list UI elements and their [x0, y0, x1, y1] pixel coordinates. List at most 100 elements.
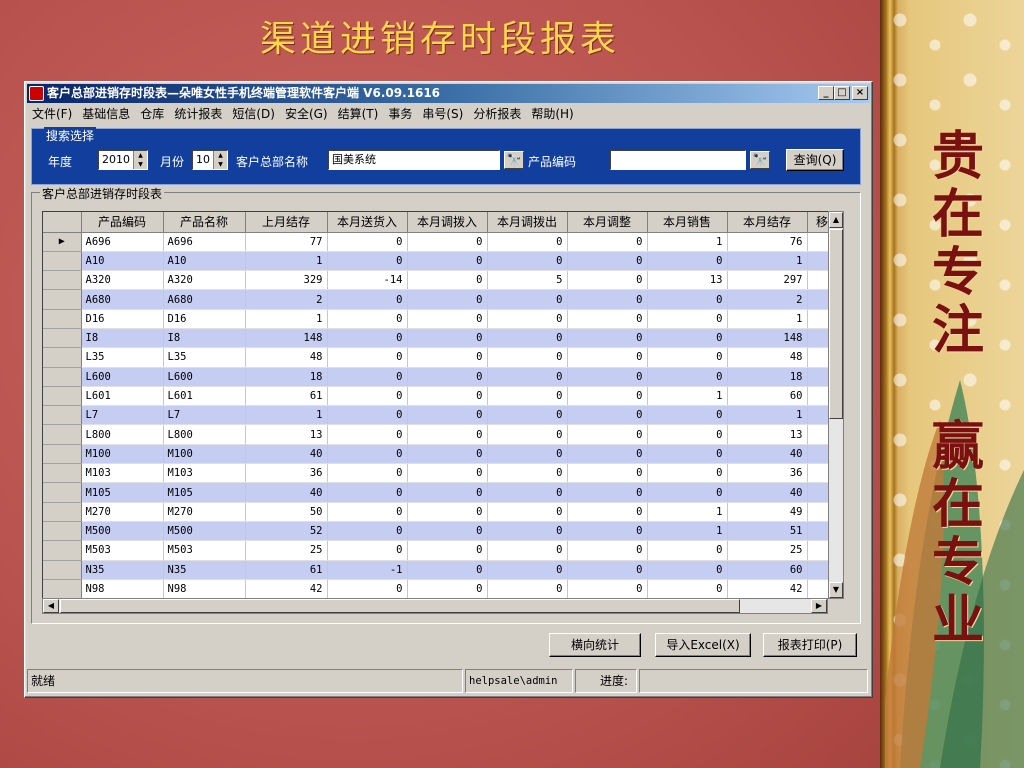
- scroll-left-arrow-icon[interactable]: ◀: [43, 599, 59, 613]
- col-header-delivery-in[interactable]: 本月送货入: [327, 212, 408, 233]
- hq-name-input[interactable]: 国美系统: [328, 150, 500, 170]
- menu-analysis-reports[interactable]: 分析报表: [468, 104, 526, 124]
- col-header-product-name[interactable]: 产品名称: [163, 212, 246, 233]
- col-header-adjustment[interactable]: 本月调整: [567, 212, 648, 233]
- row-indicator[interactable]: [43, 579, 82, 598]
- year-spin-arrows-icon[interactable]: ▲ ▼: [133, 151, 147, 169]
- row-indicator[interactable]: [43, 482, 82, 503]
- col-header-month-stock[interactable]: 本月结存: [727, 212, 808, 233]
- table-cell: 0: [567, 232, 648, 252]
- scroll-down-arrow-icon[interactable]: ▼: [829, 582, 843, 598]
- product-search-binoculars-icon[interactable]: 🔭: [750, 151, 770, 169]
- table-cell: 36: [727, 463, 808, 484]
- table-row[interactable]: I8 I8 148 0 0 0 0 0 148: [43, 328, 838, 349]
- report-grid[interactable]: 产品编码 产品名称 上月结存 本月送货入 本月调拨入 本月调拨出 本月调整 本月…: [42, 211, 842, 599]
- col-header-transfer-in[interactable]: 本月调拨入: [407, 212, 488, 233]
- table-cell: -1: [327, 560, 408, 580]
- table-cell: 48: [727, 347, 808, 368]
- row-indicator[interactable]: [43, 328, 82, 349]
- table-cell: A10: [81, 251, 164, 272]
- row-indicator[interactable]: [43, 444, 82, 465]
- menu-affairs[interactable]: 事务: [383, 104, 417, 124]
- table-row[interactable]: D16 D16 1 0 0 0 0 0 1: [43, 309, 838, 329]
- table-cell: 0: [647, 347, 728, 368]
- table-cell: 5: [487, 270, 568, 291]
- table-row[interactable]: L7 L7 1 0 0 0 0 0 1: [43, 405, 838, 426]
- year-spinner[interactable]: 2010 ▲ ▼: [98, 150, 148, 170]
- table-row[interactable]: A680 A680 2 0 0 0 0 0 2: [43, 289, 838, 310]
- window-titlebar[interactable]: 客户总部进销存时段表—朵唯女性手机终端管理软件客户端 V6.09.1616 _ …: [27, 84, 870, 103]
- table-row[interactable]: M100 M100 40 0 0 0 0 0 40: [43, 444, 838, 465]
- current-row-pointer-icon[interactable]: ▶: [43, 232, 82, 252]
- col-header-sales[interactable]: 本月销售: [647, 212, 728, 233]
- table-cell: M100: [163, 444, 246, 465]
- print-report-button[interactable]: 报表打印(P): [763, 633, 857, 657]
- vertical-scroll-thumb[interactable]: [829, 229, 843, 419]
- vertical-scrollbar[interactable]: ▲ ▼: [828, 211, 844, 599]
- row-indicator[interactable]: [43, 560, 82, 580]
- table-cell: M500: [81, 521, 164, 542]
- status-bar: 就绪 helpsale\admin 进度:: [27, 669, 870, 693]
- row-indicator[interactable]: [43, 540, 82, 561]
- col-header-last-month-stock[interactable]: 上月结存: [245, 212, 328, 233]
- table-row[interactable]: M270 M270 50 0 0 0 0 1 49: [43, 502, 838, 522]
- minimize-button[interactable]: _: [818, 86, 834, 100]
- row-indicator[interactable]: [43, 405, 82, 426]
- table-cell: 0: [567, 251, 648, 272]
- menu-file[interactable]: 文件(F): [27, 104, 77, 124]
- table-row[interactable]: M503 M503 25 0 0 0 0 0 25: [43, 540, 838, 561]
- col-header-product-code[interactable]: 产品编码: [81, 212, 164, 233]
- table-cell: 13: [727, 424, 808, 445]
- table-cell: 0: [487, 560, 568, 580]
- row-indicator[interactable]: [43, 289, 82, 310]
- table-row[interactable]: L600 L600 18 0 0 0 0 0 18: [43, 367, 838, 387]
- row-indicator[interactable]: [43, 463, 82, 484]
- month-spinner[interactable]: 10 ▲ ▼: [192, 150, 228, 170]
- table-row[interactable]: A10 A10 1 0 0 0 0 0 1: [43, 251, 838, 272]
- col-header-transfer-out[interactable]: 本月调拨出: [487, 212, 568, 233]
- row-indicator[interactable]: [43, 251, 82, 272]
- import-excel-button[interactable]: 导入Excel(X): [655, 633, 751, 657]
- menu-serial[interactable]: 串号(S): [417, 104, 468, 124]
- table-cell: 0: [487, 328, 568, 349]
- menu-settlement[interactable]: 结算(T): [333, 104, 384, 124]
- menu-basic-info[interactable]: 基础信息: [77, 104, 135, 124]
- horizontal-scroll-thumb[interactable]: [60, 599, 740, 613]
- row-indicator[interactable]: [43, 347, 82, 368]
- table-cell: L600: [163, 367, 246, 387]
- table-cell: M270: [163, 502, 246, 522]
- scroll-right-arrow-icon[interactable]: ▶: [811, 599, 827, 613]
- table-row[interactable]: M103 M103 36 0 0 0 0 0 36: [43, 463, 838, 484]
- table-row[interactable]: L800 L800 13 0 0 0 0 0 13: [43, 424, 838, 445]
- row-indicator[interactable]: [43, 309, 82, 329]
- row-indicator[interactable]: [43, 502, 82, 522]
- table-row[interactable]: L35 L35 48 0 0 0 0 0 48: [43, 347, 838, 368]
- table-row[interactable]: A320 A320 329 -14 0 5 0 13 297: [43, 270, 838, 291]
- row-indicator[interactable]: [43, 386, 82, 407]
- table-row[interactable]: N35 N35 61 -1 0 0 0 0 60: [43, 560, 838, 580]
- hq-search-binoculars-icon[interactable]: 🔭: [504, 151, 524, 169]
- table-row[interactable]: N98 N98 42 0 0 0 0 0 42: [43, 579, 838, 598]
- close-button[interactable]: ×: [852, 86, 868, 100]
- table-row[interactable]: L601 L601 61 0 0 0 0 1 60: [43, 386, 838, 407]
- query-button[interactable]: 查询(Q): [786, 149, 844, 171]
- month-spin-arrows-icon[interactable]: ▲ ▼: [213, 151, 227, 169]
- product-code-input[interactable]: [610, 150, 746, 170]
- table-row[interactable]: ▶ A696 A696 77 0 0 0 0 1 76: [43, 232, 838, 252]
- horizontal-scrollbar[interactable]: ◀ ▶: [42, 598, 828, 614]
- row-indicator[interactable]: [43, 521, 82, 542]
- menu-stat-reports[interactable]: 统计报表: [169, 104, 227, 124]
- scroll-up-arrow-icon[interactable]: ▲: [829, 212, 843, 228]
- table-row[interactable]: M105 M105 40 0 0 0 0 0 40: [43, 482, 838, 503]
- horizontal-stats-button[interactable]: 横向统计: [549, 633, 641, 657]
- menu-warehouse[interactable]: 仓库: [135, 104, 169, 124]
- row-indicator[interactable]: [43, 424, 82, 445]
- table-cell: 40: [245, 444, 328, 465]
- menu-help[interactable]: 帮助(H): [526, 104, 578, 124]
- menu-sms[interactable]: 短信(D): [227, 104, 280, 124]
- table-row[interactable]: M500 M500 52 0 0 0 0 1 51: [43, 521, 838, 542]
- menu-security[interactable]: 安全(G): [280, 104, 333, 124]
- row-indicator[interactable]: [43, 270, 82, 291]
- maximize-button[interactable]: □: [834, 86, 850, 100]
- row-indicator[interactable]: [43, 367, 82, 387]
